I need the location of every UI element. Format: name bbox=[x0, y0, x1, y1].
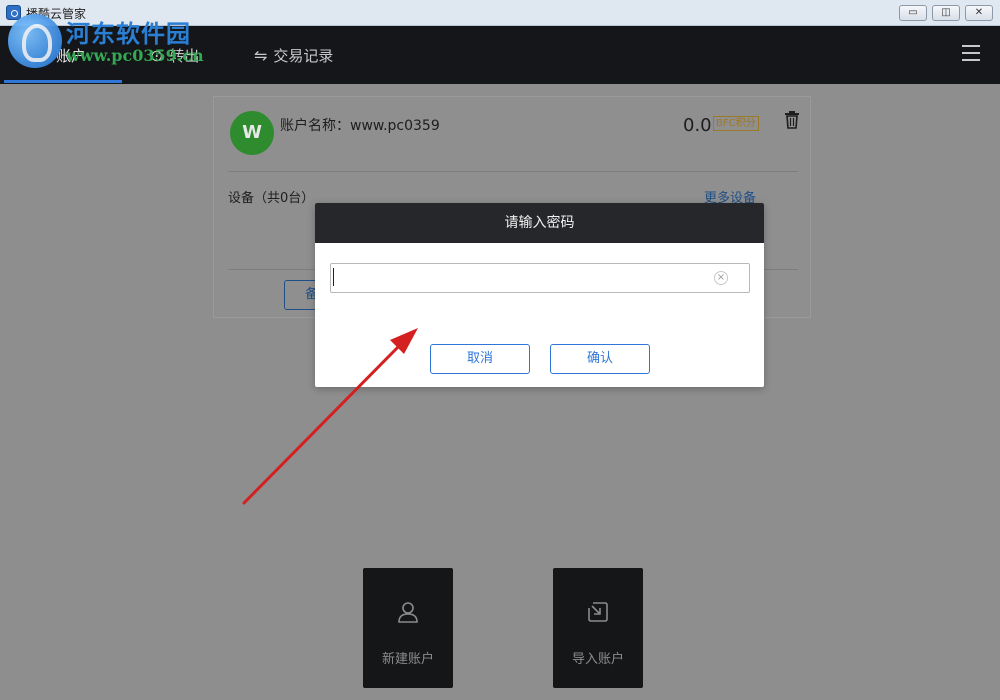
clear-icon[interactable]: × bbox=[714, 271, 728, 285]
new-account-button[interactable]: 新建账户 bbox=[363, 568, 453, 688]
main-content: W 账户名称：www.pc0359 0.0 BFC积分 设备（共0台） 更多设备… bbox=[0, 84, 1000, 700]
swap-icon: ⇋ bbox=[254, 46, 268, 65]
watermark-url: www.pc0359.cn bbox=[66, 46, 204, 65]
devices-label: 设备（共0台） bbox=[228, 191, 315, 206]
cancel-button[interactable]: 取消 bbox=[430, 344, 530, 374]
avatar: W bbox=[230, 111, 274, 155]
tab-transaction-records-label: 交易记录 bbox=[273, 47, 334, 65]
tab-transaction-records[interactable]: ⇋ 交易记录 bbox=[254, 45, 333, 66]
user-icon bbox=[398, 602, 418, 623]
maximize-button[interactable]: ◫ bbox=[932, 5, 960, 21]
active-tab-indicator bbox=[4, 80, 122, 83]
card-divider bbox=[228, 171, 798, 172]
confirm-button[interactable]: 确认 bbox=[550, 344, 650, 374]
import-account-label: 导入账户 bbox=[571, 652, 624, 667]
text-caret bbox=[333, 268, 334, 286]
new-account-label: 新建账户 bbox=[381, 652, 434, 667]
import-icon bbox=[588, 602, 608, 622]
import-account-button[interactable]: 导入账户 bbox=[553, 568, 643, 688]
trash-icon[interactable] bbox=[784, 111, 800, 129]
password-input[interactable] bbox=[330, 263, 750, 293]
minimize-button[interactable]: ▭ bbox=[899, 5, 927, 21]
password-dialog: 请输入密码 × 取消 确认 bbox=[315, 203, 764, 387]
unit-badge: BFC积分 bbox=[713, 116, 759, 131]
close-button[interactable]: ✕ bbox=[965, 5, 993, 21]
account-name: 账户名称：www.pc0359 bbox=[280, 118, 440, 134]
watermark-logo-icon bbox=[8, 14, 62, 68]
hamburger-menu-icon[interactable] bbox=[962, 45, 980, 61]
dialog-title: 请输入密码 bbox=[315, 203, 764, 243]
account-balance: 0.0 bbox=[683, 115, 712, 136]
watermark-title: 河东软件园 bbox=[66, 19, 191, 48]
